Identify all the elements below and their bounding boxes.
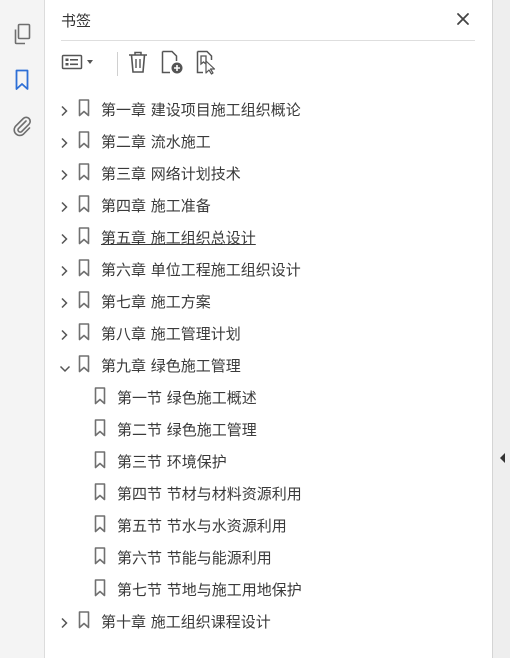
collapse-arrow-icon[interactable] [498,450,508,464]
bookmark-icon [94,547,106,565]
attachment-icon[interactable] [8,112,36,140]
toolbar-divider [117,52,118,76]
options-menu-icon [61,53,97,75]
chevron-right-icon[interactable] [59,134,69,149]
bookmark-label: 第三章 网络计划技术 [101,165,241,183]
bookmark-icon [94,579,106,597]
chevron-right-icon[interactable] [59,198,69,213]
bookmark-item[interactable]: 第七章 施工方案 [45,284,485,316]
bookmark-item[interactable]: 第二章 流水施工 [45,124,485,156]
bookmark-subitem[interactable]: 第三节 环境保护 [45,444,485,476]
header-divider [61,40,475,41]
bookmark-subitem[interactable]: 第四节 节材与材料资源利用 [45,476,485,508]
bookmark-item[interactable]: 第十章 施工组织课程设计 [45,604,485,636]
bookmark-icon [78,227,90,245]
chevron-right-icon[interactable] [59,230,69,245]
bookmarks-panel: 书签 第一章 建设项目施工组织概论 第二章 流水施工 第三章 网络计划技术 第四… [45,0,492,658]
bookmark-icon [78,131,90,149]
bookmark-item[interactable]: 第九章 绿色施工管理 [45,348,485,380]
new-bookmark-button[interactable] [158,50,186,78]
bookmark-label: 第六节 节能与能源利用 [117,549,272,567]
bookmark-label: 第三节 环境保护 [117,453,227,471]
bookmark-icon [94,419,106,437]
bookmark-subitem[interactable]: 第六节 节能与能源利用 [45,540,485,572]
bookmark-icon[interactable] [8,66,36,94]
chevron-right-icon[interactable] [59,614,69,629]
bookmark-icon [78,291,90,309]
bookmark-icon [78,195,90,213]
bookmark-icon [78,99,90,117]
options-menu-button[interactable] [59,50,99,78]
bookmark-label: 第五节 节水与水资源利用 [117,517,287,535]
bookmark-item[interactable]: 第一章 建设项目施工组织概论 [45,92,485,124]
chevron-right-icon[interactable] [59,166,69,181]
bookmark-icon [78,355,90,373]
bookmark-item[interactable]: 第六章 单位工程施工组织设计 [45,252,485,284]
bookmark-icon [78,163,90,181]
find-bookmark-button[interactable] [193,50,221,78]
bookmark-icon [94,483,106,501]
bookmark-icon [94,387,106,405]
bookmark-label: 第五章 施工组织总设计 [101,229,256,247]
bookmark-subitem[interactable]: 第五节 节水与水资源利用 [45,508,485,540]
bookmark-icon [78,259,90,277]
panel-splitter[interactable] [492,0,510,658]
chevron-right-icon[interactable] [59,262,69,277]
bookmark-label: 第九章 绿色施工管理 [101,357,241,375]
delete-icon [127,50,149,78]
bookmark-label: 第八章 施工管理计划 [101,325,241,343]
bookmark-icon [94,451,106,469]
bookmark-item[interactable]: 第四章 施工准备 [45,188,485,220]
chevron-right-icon[interactable] [59,102,69,117]
bookmark-item[interactable]: 第三章 网络计划技术 [45,156,485,188]
bookmark-label: 第二节 绿色施工管理 [117,421,257,439]
bookmark-label: 第七节 节地与施工用地保护 [117,581,302,599]
navigation-rail [0,0,45,658]
bookmark-label: 第四章 施工准备 [101,197,211,215]
find-bookmark-icon [194,49,220,79]
bookmark-label: 第一节 绿色施工概述 [117,389,257,407]
bookmark-label: 第六章 单位工程施工组织设计 [101,261,301,279]
bookmark-label: 第十章 施工组织课程设计 [101,613,271,631]
new-bookmark-icon [159,49,185,79]
panel-title: 书签 [61,12,92,30]
bookmark-icon [78,611,90,629]
bookmark-label: 第七章 施工方案 [101,293,211,311]
bookmark-icon [78,323,90,341]
bookmark-label: 第二章 流水施工 [101,133,211,151]
bookmark-label: 第一章 建设项目施工组织概论 [101,101,301,119]
bookmark-subitem[interactable]: 第七节 节地与施工用地保护 [45,572,485,604]
close-icon[interactable] [455,11,471,27]
chevron-down-icon[interactable] [59,359,71,373]
pages-icon[interactable] [8,20,36,48]
bookmark-label: 第四节 节材与材料资源利用 [117,485,302,503]
bookmark-subitem[interactable]: 第二节 绿色施工管理 [45,412,485,444]
bookmark-icon [94,515,106,533]
bookmark-subitem[interactable]: 第一节 绿色施工概述 [45,380,485,412]
chevron-right-icon[interactable] [59,294,69,309]
bookmark-item[interactable]: 第五章 施工组织总设计 [45,220,485,252]
delete-bookmark-button[interactable] [125,50,151,78]
bookmark-item[interactable]: 第八章 施工管理计划 [45,316,485,348]
chevron-right-icon[interactable] [59,326,69,341]
